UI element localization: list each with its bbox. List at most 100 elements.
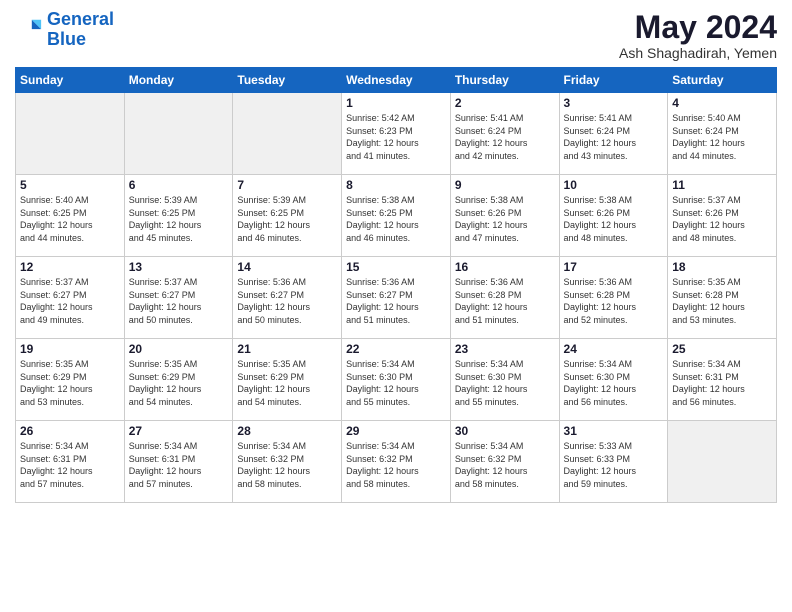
day-cell: 23 Sunrise: 5:34 AM Sunset: 6:30 PM Dayli… <box>450 339 559 421</box>
day-number: 26 <box>20 424 120 438</box>
day-cell: 30Sunrise: 5:34 AM Sunset: 6:32 PM Dayli… <box>450 421 559 503</box>
day-cell: 1 Sunrise: 5:42 AM Sunset: 6:23 PM Daylig… <box>342 93 451 175</box>
day-number: 29 <box>346 424 446 438</box>
day-info: Sunrise: 5:34 AM Sunset: 6:32 PM Dayligh… <box>455 440 555 490</box>
day-number: 18 <box>672 260 772 274</box>
day-number: 14 <box>237 260 337 274</box>
day-cell: 2Sunrise: 5:41 AM Sunset: 6:24 PM Daylig… <box>450 93 559 175</box>
week-row-0: 1 Sunrise: 5:42 AM Sunset: 6:23 PM Daylig… <box>16 93 777 175</box>
col-sunday: Sunday <box>16 68 125 93</box>
day-number: 24 <box>564 342 664 356</box>
day-info: Sunrise: 5:40 AM Sunset: 6:24 PM Dayligh… <box>672 112 772 162</box>
day-number: 23 <box>455 342 555 356</box>
day-cell <box>233 93 342 175</box>
col-saturday: Saturday <box>668 68 777 93</box>
day-info: Sunrise: 5:34 AM Sunset: 6:30 PM Dayligh… <box>564 358 664 408</box>
col-wednesday: Wednesday <box>342 68 451 93</box>
day-info: Sunrise: 5:36 AM Sunset: 6:28 PM Dayligh… <box>455 276 555 326</box>
day-cell: 5 Sunrise: 5:40 AM Sunset: 6:25 PM Daylig… <box>16 175 125 257</box>
logo-icon <box>15 16 43 44</box>
day-number: 31 <box>564 424 664 438</box>
day-info: Sunrise: 5:36 AM Sunset: 6:27 PM Dayligh… <box>346 276 446 326</box>
day-cell: 15 Sunrise: 5:36 AM Sunset: 6:27 PM Dayli… <box>342 257 451 339</box>
day-number: 27 <box>129 424 229 438</box>
day-info: Sunrise: 5:34 AM Sunset: 6:31 PM Dayligh… <box>129 440 229 490</box>
day-info: Sunrise: 5:33 AM Sunset: 6:33 PM Dayligh… <box>564 440 664 490</box>
location-title: Ash Shaghadirah, Yemen <box>619 45 777 61</box>
day-cell: 7 Sunrise: 5:39 AM Sunset: 6:25 PM Daylig… <box>233 175 342 257</box>
day-info: Sunrise: 5:34 AM Sunset: 6:31 PM Dayligh… <box>20 440 120 490</box>
logo-line2: Blue <box>47 29 86 49</box>
col-monday: Monday <box>124 68 233 93</box>
day-cell: 3Sunrise: 5:41 AM Sunset: 6:24 PM Daylig… <box>559 93 668 175</box>
day-cell <box>16 93 125 175</box>
day-info: Sunrise: 5:39 AM Sunset: 6:25 PM Dayligh… <box>129 194 229 244</box>
day-cell: 11 Sunrise: 5:37 AM Sunset: 6:26 PM Dayli… <box>668 175 777 257</box>
day-number: 8 <box>346 178 446 192</box>
day-info: Sunrise: 5:37 AM Sunset: 6:27 PM Dayligh… <box>129 276 229 326</box>
day-info: Sunrise: 5:34 AM Sunset: 6:32 PM Dayligh… <box>346 440 446 490</box>
day-cell: 19 Sunrise: 5:35 AM Sunset: 6:29 PM Dayli… <box>16 339 125 421</box>
header-row: Sunday Monday Tuesday Wednesday Thursday… <box>16 68 777 93</box>
day-cell: 13Sunrise: 5:37 AM Sunset: 6:27 PM Dayli… <box>124 257 233 339</box>
day-number: 28 <box>237 424 337 438</box>
page-container: General Blue May 2024 Ash Shaghadirah, Y… <box>0 0 792 513</box>
title-block: May 2024 Ash Shaghadirah, Yemen <box>619 10 777 61</box>
day-cell: 8Sunrise: 5:38 AM Sunset: 6:25 PM Daylig… <box>342 175 451 257</box>
day-info: Sunrise: 5:41 AM Sunset: 6:24 PM Dayligh… <box>564 112 664 162</box>
day-number: 4 <box>672 96 772 110</box>
day-cell: 18Sunrise: 5:35 AM Sunset: 6:28 PM Dayli… <box>668 257 777 339</box>
day-info: Sunrise: 5:36 AM Sunset: 6:27 PM Dayligh… <box>237 276 337 326</box>
day-info: Sunrise: 5:41 AM Sunset: 6:24 PM Dayligh… <box>455 112 555 162</box>
week-row-2: 12 Sunrise: 5:37 AM Sunset: 6:27 PM Dayli… <box>16 257 777 339</box>
day-number: 9 <box>455 178 555 192</box>
day-cell: 24 Sunrise: 5:34 AM Sunset: 6:30 PM Dayli… <box>559 339 668 421</box>
day-cell: 28 Sunrise: 5:34 AM Sunset: 6:32 PM Dayli… <box>233 421 342 503</box>
day-info: Sunrise: 5:42 AM Sunset: 6:23 PM Dayligh… <box>346 112 446 162</box>
day-cell: 12Sunrise: 5:37 AM Sunset: 6:27 PM Dayli… <box>16 257 125 339</box>
month-title: May 2024 <box>619 10 777 45</box>
day-cell: 20 Sunrise: 5:35 AM Sunset: 6:29 PM Dayli… <box>124 339 233 421</box>
day-cell: 4 Sunrise: 5:40 AM Sunset: 6:24 PM Daylig… <box>668 93 777 175</box>
day-info: Sunrise: 5:37 AM Sunset: 6:26 PM Dayligh… <box>672 194 772 244</box>
day-number: 20 <box>129 342 229 356</box>
day-info: Sunrise: 5:38 AM Sunset: 6:26 PM Dayligh… <box>455 194 555 244</box>
day-number: 1 <box>346 96 446 110</box>
day-info: Sunrise: 5:34 AM Sunset: 6:30 PM Dayligh… <box>455 358 555 408</box>
header: General Blue May 2024 Ash Shaghadirah, Y… <box>15 10 777 61</box>
day-cell: 16 Sunrise: 5:36 AM Sunset: 6:28 PM Dayli… <box>450 257 559 339</box>
logo-line1: General <box>47 9 114 29</box>
day-info: Sunrise: 5:35 AM Sunset: 6:29 PM Dayligh… <box>237 358 337 408</box>
day-cell: 29 Sunrise: 5:34 AM Sunset: 6:32 PM Dayli… <box>342 421 451 503</box>
day-number: 7 <box>237 178 337 192</box>
day-cell <box>668 421 777 503</box>
week-row-3: 19 Sunrise: 5:35 AM Sunset: 6:29 PM Dayli… <box>16 339 777 421</box>
day-cell: 14 Sunrise: 5:36 AM Sunset: 6:27 PM Dayli… <box>233 257 342 339</box>
week-row-4: 26 Sunrise: 5:34 AM Sunset: 6:31 PM Dayli… <box>16 421 777 503</box>
day-cell: 9 Sunrise: 5:38 AM Sunset: 6:26 PM Daylig… <box>450 175 559 257</box>
day-number: 17 <box>564 260 664 274</box>
day-cell <box>124 93 233 175</box>
day-number: 11 <box>672 178 772 192</box>
day-number: 5 <box>20 178 120 192</box>
day-info: Sunrise: 5:40 AM Sunset: 6:25 PM Dayligh… <box>20 194 120 244</box>
day-info: Sunrise: 5:35 AM Sunset: 6:29 PM Dayligh… <box>129 358 229 408</box>
day-cell: 6 Sunrise: 5:39 AM Sunset: 6:25 PM Daylig… <box>124 175 233 257</box>
day-info: Sunrise: 5:34 AM Sunset: 6:31 PM Dayligh… <box>672 358 772 408</box>
day-number: 19 <box>20 342 120 356</box>
day-cell: 22Sunrise: 5:34 AM Sunset: 6:30 PM Dayli… <box>342 339 451 421</box>
day-info: Sunrise: 5:39 AM Sunset: 6:25 PM Dayligh… <box>237 194 337 244</box>
day-info: Sunrise: 5:35 AM Sunset: 6:29 PM Dayligh… <box>20 358 120 408</box>
day-number: 6 <box>129 178 229 192</box>
day-number: 12 <box>20 260 120 274</box>
day-cell: 21 Sunrise: 5:35 AM Sunset: 6:29 PM Dayli… <box>233 339 342 421</box>
day-info: Sunrise: 5:36 AM Sunset: 6:28 PM Dayligh… <box>564 276 664 326</box>
day-number: 22 <box>346 342 446 356</box>
day-number: 21 <box>237 342 337 356</box>
day-number: 16 <box>455 260 555 274</box>
logo-text: General Blue <box>47 10 114 50</box>
day-number: 15 <box>346 260 446 274</box>
day-cell: 27 Sunrise: 5:34 AM Sunset: 6:31 PM Dayli… <box>124 421 233 503</box>
day-info: Sunrise: 5:34 AM Sunset: 6:32 PM Dayligh… <box>237 440 337 490</box>
day-number: 25 <box>672 342 772 356</box>
